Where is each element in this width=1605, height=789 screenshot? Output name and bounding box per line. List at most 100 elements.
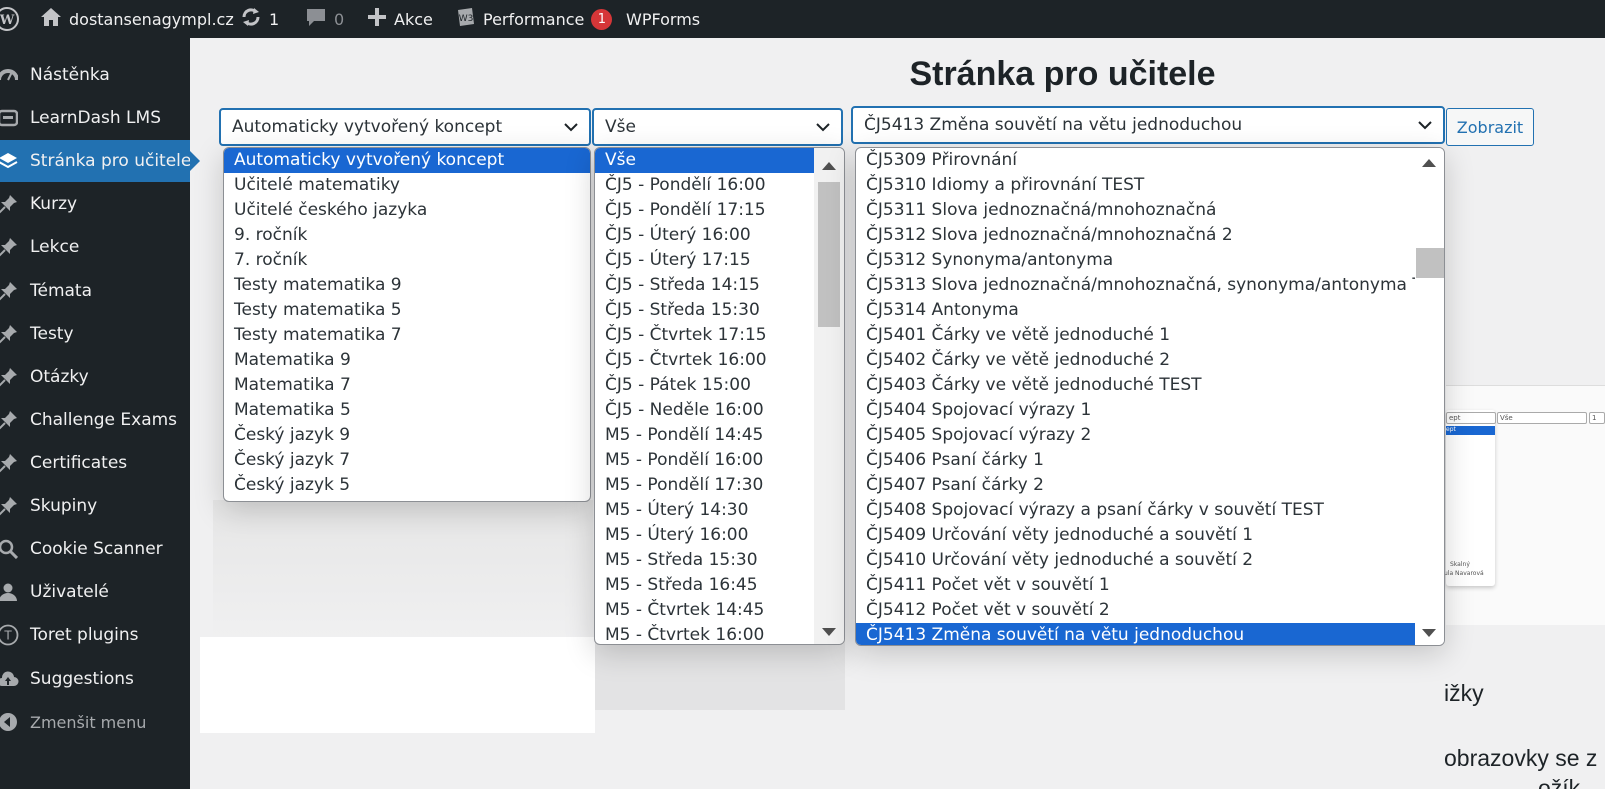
show-button[interactable]: Zobrazit (1446, 108, 1534, 146)
dropdown-option[interactable]: ČJ5408 Spojovací výrazy a psaní čárky v … (856, 498, 1417, 523)
dropdown-option[interactable]: ČJ5 - Pondělí 17:15 (595, 198, 815, 223)
sidebar-item-users[interactable]: Uživatelé (0, 571, 190, 613)
dropdown-option[interactable]: Testy matematika 9 (224, 273, 590, 298)
scrollbar-thumb[interactable] (1416, 248, 1444, 278)
dropdown-option[interactable]: Testy matematika 7 (224, 323, 590, 348)
dropdown-option[interactable]: ČJ5310 Idiomy a přirovnání TEST (856, 173, 1417, 198)
dropdown-option[interactable]: ČJ5309 Přirovnání (856, 148, 1417, 173)
home-icon (40, 7, 62, 31)
dropdown-option[interactable]: ČJ5 - Úterý 16:00 (595, 223, 815, 248)
dropdown-option[interactable]: Český jazyk 9 (224, 423, 590, 448)
dropdown-option[interactable]: M5 - Čtvrtek 14:45 (595, 598, 815, 623)
dropdown-option[interactable]: M5 - Středa 15:30 (595, 548, 815, 573)
sidebar-item-cookie-scanner[interactable]: Cookie Scanner (0, 528, 190, 570)
dropdown-option[interactable]: ČJ5 - Čtvrtek 17:15 (595, 323, 815, 348)
comment-icon (305, 7, 327, 31)
wpforms-link[interactable]: WPForms (626, 0, 700, 38)
sidebar-item-label: Stránka pro učitele (30, 151, 192, 171)
sidebar-item-suggestions[interactable]: Suggestions (0, 658, 190, 700)
dropdown-option[interactable]: 7. ročník (224, 248, 590, 273)
sidebar-item-learndash[interactable]: LearnDash LMS (0, 97, 190, 139)
dropdown-option[interactable]: ČJ5313 Slova jednoznačná/mnohoznačná, sy… (856, 273, 1444, 298)
sidebar-item-courses[interactable]: Kurzy (0, 183, 190, 225)
schedule-scrollbar[interactable] (814, 148, 844, 644)
dropdown-option[interactable]: Matematika 7 (224, 373, 590, 398)
sidebar-item-challenge-exams[interactable]: Challenge Exams (0, 399, 190, 441)
site-name: dostansenagympl.cz (69, 9, 234, 29)
schedule-select[interactable]: Vše (592, 108, 843, 146)
dropdown-option[interactable]: Matematika 5 (224, 398, 590, 423)
group-select[interactable]: Automaticky vytvořený koncept (219, 108, 591, 146)
comments-link[interactable]: 0 (305, 0, 344, 38)
dropdown-option[interactable]: Učitelé českého jazyka (224, 198, 590, 223)
dropdown-option[interactable]: Učitelé matematiky (224, 173, 590, 198)
dropdown-option[interactable]: ČJ5 - Úterý 17:15 (595, 248, 815, 273)
pin-icon (0, 194, 19, 214)
updates-link[interactable]: 1 (240, 0, 279, 38)
dropdown-option[interactable]: ČJ5 - Pátek 15:00 (595, 373, 815, 398)
sidebar-item-quizzes[interactable]: Testy (0, 313, 190, 355)
dropdown-option[interactable]: ČJ5410 Určování věty jednoduché a souvět… (856, 548, 1417, 573)
updates-count: 1 (269, 9, 280, 29)
scroll-down-arrow-icon[interactable] (822, 628, 836, 636)
scrollbar-thumb[interactable] (818, 182, 840, 327)
dropdown-option[interactable]: M5 - Úterý 14:30 (595, 498, 815, 523)
dropdown-option[interactable]: ČJ5314 Antonyma (856, 298, 1417, 323)
dropdown-option[interactable]: ČJ5406 Psaní čárky 1 (856, 448, 1417, 473)
lesson-scrollbar[interactable] (1415, 148, 1444, 645)
dropdown-option[interactable]: Český jazyk 5 (224, 473, 590, 498)
dropdown-option[interactable]: 9. ročník (224, 223, 590, 248)
dropdown-option[interactable]: ČJ5 - Neděle 16:00 (595, 398, 815, 423)
dropdown-option[interactable]: ČJ5403 Čárky ve větě jednoduché TEST (856, 373, 1417, 398)
sidebar-item-lessons[interactable]: Lekce (0, 226, 190, 268)
dropdown-option[interactable]: ČJ5413 Změna souvětí na větu jednoduchou (856, 623, 1417, 645)
sidebar-item-label: Skupiny (30, 496, 98, 516)
scroll-down-arrow-icon[interactable] (1422, 629, 1436, 637)
dropdown-option[interactable]: ČJ5312 Synonyma/antonyma (856, 248, 1417, 273)
wordpress-logo-icon[interactable]: W (0, 0, 20, 38)
sidebar-item-toret-plugins[interactable]: T Toret plugins (0, 614, 190, 656)
scroll-up-arrow-icon[interactable] (822, 162, 836, 170)
dropdown-option[interactable]: ČJ5 - Středa 14:15 (595, 273, 815, 298)
sidebar-item-topics[interactable]: Témata (0, 270, 190, 312)
dropdown-option[interactable]: Matematika 9 (224, 348, 590, 373)
dropdown-option[interactable]: ČJ5 - Pondělí 16:00 (595, 173, 815, 198)
performance-link[interactable]: W3 Performance 1 (454, 0, 613, 38)
dropdown-option[interactable]: M5 - Čtvrtek 16:00 (595, 623, 815, 644)
dropdown-option[interactable]: M5 - Pondělí 17:30 (595, 473, 815, 498)
dropdown-option[interactable]: M5 - Středa 16:45 (595, 573, 815, 598)
dropdown-option[interactable]: ČJ5 - Středa 15:30 (595, 298, 815, 323)
dropdown-option[interactable]: Automaticky vytvořený koncept (224, 148, 590, 173)
pin-icon (0, 410, 19, 430)
dropdown-option[interactable]: ČJ5405 Spojovací výrazy 2 (856, 423, 1417, 448)
sidebar-item-certificates[interactable]: Certificates (0, 442, 190, 484)
pin-icon (0, 453, 19, 473)
sidebar-item-label: Otázky (30, 367, 89, 387)
dropdown-option[interactable]: ČJ5407 Psaní čárky 2 (856, 473, 1417, 498)
dropdown-option[interactable]: M5 - Pondělí 14:45 (595, 423, 815, 448)
dropdown-option[interactable]: M5 - Pondělí 16:00 (595, 448, 815, 473)
dropdown-option[interactable]: ČJ5311 Slova jednoznačná/mnohoznačná (856, 198, 1417, 223)
collapse-menu-button[interactable]: Zmenšit menu (0, 701, 190, 743)
dropdown-option[interactable]: ČJ5312 Slova jednoznačná/mnohoznačná 2 (856, 223, 1417, 248)
lesson-select[interactable]: ČJ5413 Změna souvětí na větu jednoduchou (851, 106, 1445, 144)
dropdown-option[interactable]: ČJ5402 Čárky ve větě jednoduché 2 (856, 348, 1417, 373)
dropdown-option[interactable]: ČJ5411 Počet vět v souvětí 1 (856, 573, 1417, 598)
dropdown-option[interactable]: M5 - Úterý 16:00 (595, 523, 815, 548)
dropdown-option[interactable]: Vše (595, 148, 815, 173)
dropdown-option[interactable]: ČJ5 - Čtvrtek 16:00 (595, 348, 815, 373)
sidebar-item-dashboard[interactable]: Nástěnka (0, 54, 190, 96)
dropdown-option[interactable]: ČJ5401 Čárky ve větě jednoduché 1 (856, 323, 1417, 348)
sidebar-item-questions[interactable]: Otázky (0, 356, 190, 398)
dropdown-option[interactable]: ČJ5409 Určování věty jednoduché a souvět… (856, 523, 1417, 548)
sidebar-item-groups[interactable]: Skupiny (0, 485, 190, 527)
dropdown-option[interactable]: Testy matematika 5 (224, 298, 590, 323)
new-content-link[interactable]: Akce (367, 0, 433, 38)
dropdown-option[interactable]: ČJ5404 Spojovací výrazy 1 (856, 398, 1417, 423)
site-name-link[interactable]: dostansenagympl.cz (40, 0, 234, 38)
dropdown-option[interactable]: ČJ5412 Počet vět v souvětí 2 (856, 598, 1417, 623)
scroll-up-arrow-icon[interactable] (1422, 159, 1436, 167)
sidebar-item-teacher-page[interactable]: Stránka pro učitele (0, 140, 200, 182)
page-title: Stránka pro učitele (909, 55, 1216, 93)
dropdown-option[interactable]: Český jazyk 7 (224, 448, 590, 473)
